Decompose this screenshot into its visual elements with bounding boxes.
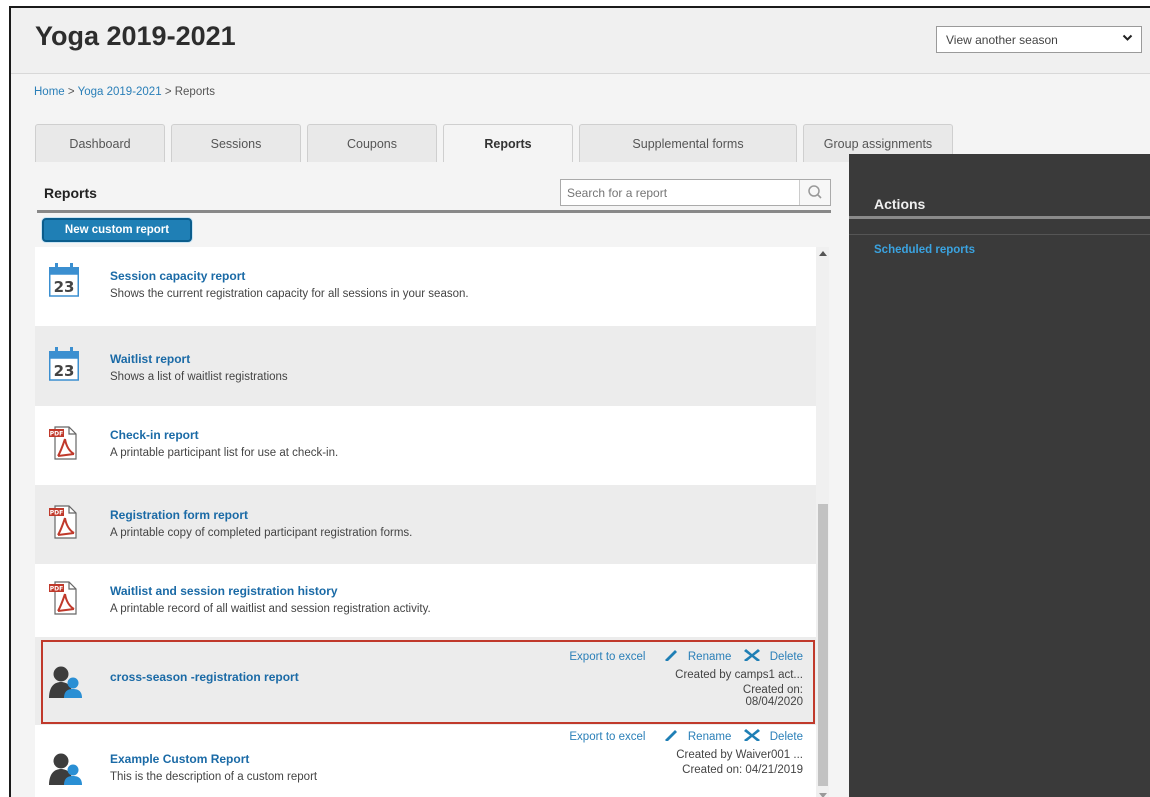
report-description: A printable record of all waitlist and s… xyxy=(110,603,431,615)
report-actions: Export to excel Rename Delete xyxy=(563,729,803,743)
breadcrumb-home[interactable]: Home xyxy=(34,86,65,98)
search-button[interactable] xyxy=(799,180,830,205)
tab-sessions[interactable]: Sessions xyxy=(171,124,301,162)
tab-coupons[interactable]: Coupons xyxy=(307,124,437,162)
chevron-down-icon xyxy=(1122,32,1133,46)
report-title[interactable]: Registration form report xyxy=(110,508,248,522)
report-title[interactable]: Example Custom Report xyxy=(110,752,249,766)
tab-supplemental-forms[interactable]: Supplemental forms xyxy=(579,124,797,162)
report-list: 23 Session capacity report Shows the cur… xyxy=(35,247,823,797)
delete-x-icon[interactable] xyxy=(743,729,761,742)
page-header: Yoga 2019-2021 View another season xyxy=(11,8,1150,74)
scroll-up-arrow-icon[interactable] xyxy=(819,251,827,256)
app-window: Yoga 2019-2021 View another season Home … xyxy=(9,6,1150,797)
calendar-icon: 23 xyxy=(47,262,81,303)
report-description: Shows a list of waitlist registrations xyxy=(110,371,288,383)
actions-heading: Actions xyxy=(874,196,926,212)
report-meta: Created by Waiver001 ... Created on: 04/… xyxy=(676,749,803,776)
report-title[interactable]: Waitlist and session registration histor… xyxy=(110,584,338,598)
scheduled-reports-link[interactable]: Scheduled reports xyxy=(874,244,975,256)
season-select-value: View another season xyxy=(946,33,1058,47)
season-select[interactable]: View another season xyxy=(936,26,1142,53)
calendar-icon: 23 xyxy=(47,346,81,387)
report-row: 23 Session capacity report Shows the cur… xyxy=(35,247,819,326)
users-icon xyxy=(47,751,87,792)
breadcrumb-separator: > xyxy=(164,86,172,98)
search-box xyxy=(560,179,831,206)
actions-divider xyxy=(849,216,1150,219)
actions-sidebar: Actions Scheduled reports xyxy=(849,154,1150,797)
delete-link[interactable]: Delete xyxy=(770,731,803,743)
new-custom-report-button[interactable]: New custom report xyxy=(42,218,192,242)
pdf-icon: PDF xyxy=(47,504,81,545)
report-title[interactable]: Check-in report xyxy=(110,428,199,442)
export-to-excel-link[interactable]: Export to excel xyxy=(569,731,645,743)
search-icon xyxy=(808,185,822,199)
pdf-icon: PDF xyxy=(47,425,81,466)
breadcrumb-season[interactable]: Yoga 2019-2021 xyxy=(78,86,162,98)
scroll-thumb[interactable] xyxy=(818,504,828,786)
pdf-badge: PDF xyxy=(50,510,63,517)
report-row: PDF Check-in report A printable particip… xyxy=(35,406,819,485)
tab-dashboard[interactable]: Dashboard xyxy=(35,124,165,162)
created-by: Created by Waiver001 ... xyxy=(676,749,803,761)
pdf-badge: PDF xyxy=(50,431,63,438)
calendar-day: 23 xyxy=(54,362,75,380)
reports-panel: Reports New custom report 23 Session cap… xyxy=(35,162,835,797)
report-row: 23 Waitlist report Shows a list of waitl… xyxy=(35,326,819,406)
search-input[interactable] xyxy=(561,180,799,205)
breadcrumb-separator: > xyxy=(67,86,75,98)
rename-link[interactable]: Rename xyxy=(688,731,731,743)
breadcrumb-current: Reports xyxy=(174,86,216,98)
tab-reports[interactable]: Reports xyxy=(443,124,573,163)
created-on: Created on: 04/21/2019 xyxy=(682,764,803,776)
pdf-icon: PDF xyxy=(47,580,81,621)
selection-highlight xyxy=(41,640,815,724)
report-description: A printable copy of completed participan… xyxy=(110,527,413,539)
breadcrumb: Home > Yoga 2019-2021 > Reports xyxy=(34,86,215,98)
report-title[interactable]: Waitlist report xyxy=(110,352,190,366)
scroll-down-arrow-icon[interactable] xyxy=(819,793,827,797)
reports-heading: Reports xyxy=(44,185,97,201)
header-divider xyxy=(37,210,831,213)
page-title: Yoga 2019-2021 xyxy=(35,21,236,51)
report-row: PDF Registration form report A printable… xyxy=(35,485,819,564)
report-row: PDF Waitlist and session registration hi… xyxy=(35,564,819,637)
report-title[interactable]: Session capacity report xyxy=(110,269,245,283)
calendar-day: 23 xyxy=(54,278,75,296)
pencil-icon[interactable] xyxy=(661,729,679,742)
report-description: A printable participant list for use at … xyxy=(110,447,339,459)
report-list-scrollbar[interactable] xyxy=(816,247,829,797)
report-row: Example Custom Report This is the descri… xyxy=(35,725,819,797)
report-description: Shows the current registration capacity … xyxy=(110,288,469,300)
pdf-badge: PDF xyxy=(50,586,63,593)
actions-divider xyxy=(849,234,1150,235)
report-description: This is the description of a custom repo… xyxy=(110,771,318,783)
